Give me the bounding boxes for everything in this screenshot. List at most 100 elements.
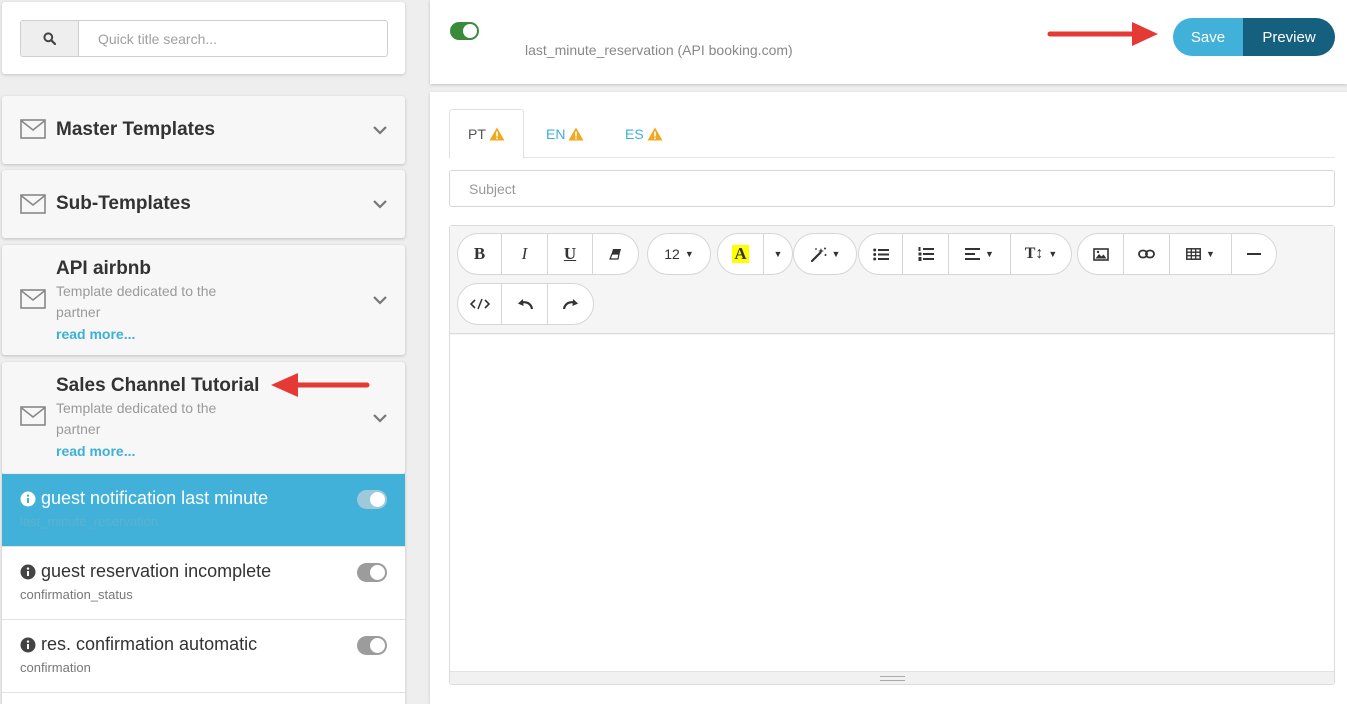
chevron-down-icon[interactable] xyxy=(372,413,388,423)
numbered-list-button[interactable] xyxy=(903,234,949,274)
clear-format-button[interactable] xyxy=(593,234,638,274)
align-dropdown[interactable]: ▼ xyxy=(949,234,1011,274)
undo-button[interactable] xyxy=(502,284,548,324)
read-more-link[interactable]: read more... xyxy=(56,443,135,459)
chevron-down-icon[interactable] xyxy=(372,295,388,305)
envelope-icon xyxy=(20,289,46,309)
subject-input[interactable] xyxy=(449,170,1335,207)
tab-pt[interactable]: PT xyxy=(449,109,524,159)
accordion-title: Sub-Templates xyxy=(56,193,191,214)
tab-en[interactable]: EN xyxy=(528,109,602,159)
bullet-list-icon xyxy=(872,248,889,260)
template-item-name: guest reservation incomplete xyxy=(20,561,271,582)
save-button[interactable]: Save xyxy=(1173,18,1243,56)
grip-icon xyxy=(880,676,905,681)
font-size-group: 12 ▼ xyxy=(647,233,711,275)
editor-panel: PT EN ES B I U xyxy=(430,92,1347,704)
redo-button[interactable] xyxy=(548,284,593,324)
tab-label: ES xyxy=(625,126,644,142)
warning-icon xyxy=(568,127,584,141)
editor-content-area[interactable] xyxy=(450,335,1334,671)
info-icon xyxy=(20,491,36,506)
tab-label: PT xyxy=(468,126,486,142)
editor-resize-handle[interactable] xyxy=(450,671,1334,684)
template-code: last_minute_reservation xyxy=(20,514,159,529)
accordion-api-airbnb[interactable]: API airbnb Template dedicated to the par… xyxy=(2,245,405,355)
read-more-link[interactable]: read more... xyxy=(56,326,135,342)
language-tabs: PT EN ES xyxy=(449,109,1335,159)
code-view-button[interactable] xyxy=(458,284,502,324)
caret-down-icon: ▼ xyxy=(773,249,783,259)
insert-group: ▼ xyxy=(1077,233,1277,275)
redo-icon xyxy=(562,299,578,310)
paragraph-group: ▼ T↕ ▼ xyxy=(858,233,1072,275)
accordion-description: Template dedicated to the partner xyxy=(56,400,217,437)
insert-table-dropdown[interactable]: ▼ xyxy=(1170,234,1232,274)
template-toggle[interactable] xyxy=(357,490,387,509)
bold-button[interactable]: B xyxy=(458,234,502,274)
bullet-list-button[interactable] xyxy=(859,234,903,274)
info-icon xyxy=(20,564,36,579)
search-button[interactable] xyxy=(20,20,78,57)
insert-link-button[interactable] xyxy=(1124,234,1170,274)
info-icon xyxy=(20,637,36,652)
insert-image-button[interactable] xyxy=(1078,234,1124,274)
accordion-description: Template dedicated to the partner xyxy=(56,283,217,320)
annotation-arrow-icon xyxy=(271,373,370,397)
template-toggle[interactable] xyxy=(357,563,387,582)
link-icon xyxy=(1138,249,1155,259)
preview-button[interactable]: Preview xyxy=(1243,18,1335,56)
caret-down-icon: ▼ xyxy=(684,249,694,259)
annotation-arrow-icon xyxy=(1047,22,1158,46)
align-left-icon xyxy=(965,248,981,260)
sidebar: Master Templates Sub-Templates API airbn… xyxy=(0,0,406,704)
accordion-master-templates[interactable]: Master Templates xyxy=(2,96,405,164)
template-name: res. confirmation automatic xyxy=(41,634,258,654)
color-dropdown[interactable]: ▼ xyxy=(764,234,792,274)
template-name: guest reservation incomplete xyxy=(41,561,272,581)
misc-group xyxy=(457,283,594,325)
undo-icon xyxy=(517,299,533,310)
template-item[interactable]: guest notification last minute last_minu… xyxy=(2,474,405,547)
template-toggle[interactable] xyxy=(357,636,387,655)
search-icon xyxy=(43,32,56,45)
template-reference: last_minute_reservation (API booking.com… xyxy=(525,42,793,58)
tab-label: EN xyxy=(546,126,566,142)
accordion-sub-templates[interactable]: Sub-Templates xyxy=(2,170,405,238)
style-group: ▼ xyxy=(793,233,857,275)
caret-down-icon: ▼ xyxy=(1206,249,1215,259)
line-height-dropdown[interactable]: T↕ ▼ xyxy=(1011,234,1071,274)
accordion-title: API airbnb xyxy=(56,258,152,279)
envelope-icon xyxy=(20,119,46,139)
font-size-dropdown[interactable]: 12 ▼ xyxy=(648,234,710,274)
eraser-icon xyxy=(609,249,621,260)
format-group: B I U xyxy=(457,233,639,275)
envelope-icon xyxy=(20,194,46,214)
template-code: confirmation xyxy=(20,660,91,675)
template-item[interactable]: res. confirmation automatic confirmation xyxy=(2,620,405,693)
style-dropdown[interactable]: ▼ xyxy=(794,234,856,274)
font-size-value: 12 xyxy=(664,246,680,262)
template-item-name: guest notification last minute xyxy=(20,488,268,509)
app-root: Master Templates Sub-Templates API airbn… xyxy=(0,0,1347,704)
code-icon xyxy=(469,298,490,310)
warning-icon xyxy=(647,127,663,141)
color-group: A ▼ xyxy=(717,233,793,275)
underline-button[interactable]: U xyxy=(548,234,593,274)
tab-es[interactable]: ES xyxy=(607,109,681,159)
accordion-title: Master Templates xyxy=(56,119,216,140)
chevron-down-icon[interactable] xyxy=(372,199,388,209)
numbered-list-icon xyxy=(918,247,934,261)
rich-text-editor: B I U 12 ▼ A ▼ ▼ ▼ T↕ ▼ ▼ xyxy=(449,225,1335,685)
warning-icon xyxy=(489,127,505,141)
search-card xyxy=(2,2,405,74)
horizontal-rule-button[interactable] xyxy=(1232,234,1276,274)
text-color-button[interactable]: A xyxy=(718,234,764,274)
chevron-down-icon[interactable] xyxy=(372,125,388,135)
italic-button[interactable]: I xyxy=(502,234,548,274)
search-input[interactable] xyxy=(78,20,388,57)
text-height-icon: T↕ xyxy=(1024,245,1044,262)
envelope-icon xyxy=(20,406,46,426)
template-enabled-toggle[interactable] xyxy=(450,22,479,40)
template-item[interactable]: guest reservation incomplete confirmatio… xyxy=(2,547,405,620)
